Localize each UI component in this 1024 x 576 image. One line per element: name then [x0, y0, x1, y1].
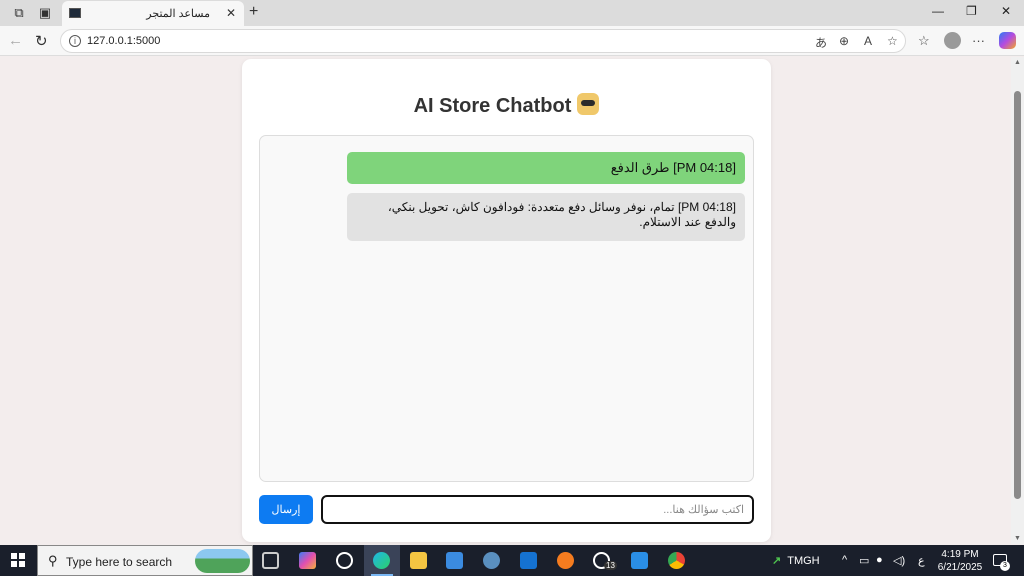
- taskbar-clock[interactable]: 4:19 PM 6/21/2025: [935, 548, 985, 574]
- notification-count-badge: 3: [1000, 561, 1010, 571]
- tab-title: مساعد المتجر: [146, 8, 210, 20]
- zoom-icon[interactable]: ⊕: [839, 34, 849, 48]
- task-view-icon[interactable]: [262, 552, 279, 569]
- user-message: [04:18 PM] طرق الدفع: [347, 152, 745, 184]
- chat-messages-area[interactable]: [04:18 PM] طرق الدفع [04:18 PM] تمام، نو…: [259, 135, 754, 482]
- read-aloud-icon[interactable]: A: [864, 34, 872, 48]
- minimize-button[interactable]: —: [932, 4, 944, 18]
- clock-date: 6/21/2025: [937, 562, 983, 573]
- firefox-icon[interactable]: [557, 552, 574, 569]
- page-scrollbar[interactable]: ▲ ▼: [1011, 57, 1024, 544]
- bot-message: [04:18 PM] تمام، نوفر وسائل دفع متعددة: …: [347, 193, 745, 241]
- robot-icon: [577, 93, 600, 115]
- display-icon[interactable]: ▭: [859, 554, 869, 567]
- stock-widget[interactable]: ↗ TMGH: [772, 554, 820, 567]
- stock-up-arrow-icon: ↗: [772, 555, 782, 567]
- back-button[interactable]: ←: [8, 32, 23, 49]
- scroll-down-icon[interactable]: ▼: [1014, 535, 1021, 542]
- reload-button[interactable]: ↻: [35, 32, 48, 50]
- windows-taskbar: ⚲ Type here to search 13 ↗ TMGH ^ ▭ ● ◁) …: [0, 545, 1024, 576]
- chat-card: AI Store Chatbot [04:18 PM] طرق الدفع [0…: [242, 59, 771, 542]
- whatsapp-badge: 13: [604, 561, 617, 570]
- restore-button[interactable]: ❐: [966, 4, 977, 18]
- colorful-app-icon[interactable]: ●: [876, 554, 883, 566]
- postgres-icon[interactable]: [483, 552, 500, 569]
- profile-avatar[interactable]: [944, 32, 961, 49]
- workspaces-icon[interactable]: ⧉: [11, 5, 27, 21]
- taskbar-search[interactable]: ⚲ Type here to search: [37, 545, 253, 576]
- site-info-icon[interactable]: i: [69, 35, 81, 47]
- vscode-icon[interactable]: [631, 552, 648, 569]
- address-bar-row: ← ↻ i 127.0.0.1:5000 あ ⊕ A ☆ ☆ ···: [0, 26, 1024, 56]
- search-icon: ⚲: [48, 553, 58, 568]
- copilot-app-icon[interactable]: [299, 552, 316, 569]
- favorites-icon[interactable]: ☆: [918, 33, 930, 49]
- volume-icon[interactable]: ◁): [893, 554, 905, 567]
- page-title-text: AI Store Chatbot: [413, 95, 572, 117]
- chatgpt-icon[interactable]: [336, 552, 353, 569]
- tab-actions-icon[interactable]: ▣: [37, 5, 53, 21]
- store-icon[interactable]: [446, 552, 463, 569]
- page-title: AI Store Chatbot: [242, 93, 771, 118]
- translate-icon[interactable]: あ: [815, 34, 827, 51]
- scroll-up-icon[interactable]: ▲: [1014, 59, 1021, 66]
- windows-start-icon[interactable]: [11, 553, 25, 567]
- stock-symbol: TMGH: [787, 555, 820, 567]
- scroll-thumb[interactable]: [1014, 91, 1021, 499]
- browser-tab-bar: ⧉ ▣ مساعد المتجر ✕ + — ❐ ✕: [0, 0, 1024, 26]
- chrome-icon[interactable]: [668, 552, 685, 569]
- file-explorer-icon[interactable]: [410, 552, 427, 569]
- clock-time: 4:19 PM: [941, 549, 979, 560]
- new-tab-button[interactable]: +: [249, 3, 258, 21]
- edge-icon[interactable]: [373, 552, 390, 569]
- tab-close-icon[interactable]: ✕: [226, 6, 236, 20]
- address-field[interactable]: i 127.0.0.1:5000 あ ⊕ A ☆: [60, 29, 906, 53]
- send-button[interactable]: إرسال: [259, 495, 313, 524]
- search-placeholder: Type here to search: [66, 555, 173, 569]
- settings-menu-icon[interactable]: ···: [972, 33, 985, 48]
- search-highlight-image: [195, 549, 250, 573]
- input-language-indicator[interactable]: ع: [918, 554, 925, 567]
- browser-tab[interactable]: مساعد المتجر ✕: [62, 1, 244, 26]
- outlook-icon[interactable]: [520, 552, 537, 569]
- copilot-icon[interactable]: [999, 32, 1016, 49]
- chat-input[interactable]: [321, 495, 754, 524]
- show-hidden-icons-icon[interactable]: ^: [842, 554, 847, 566]
- favorite-star-icon[interactable]: ☆: [887, 34, 898, 48]
- terminal-favicon-icon: [69, 8, 81, 18]
- close-window-button[interactable]: ✕: [1001, 4, 1011, 18]
- url-text[interactable]: 127.0.0.1:5000: [87, 35, 160, 47]
